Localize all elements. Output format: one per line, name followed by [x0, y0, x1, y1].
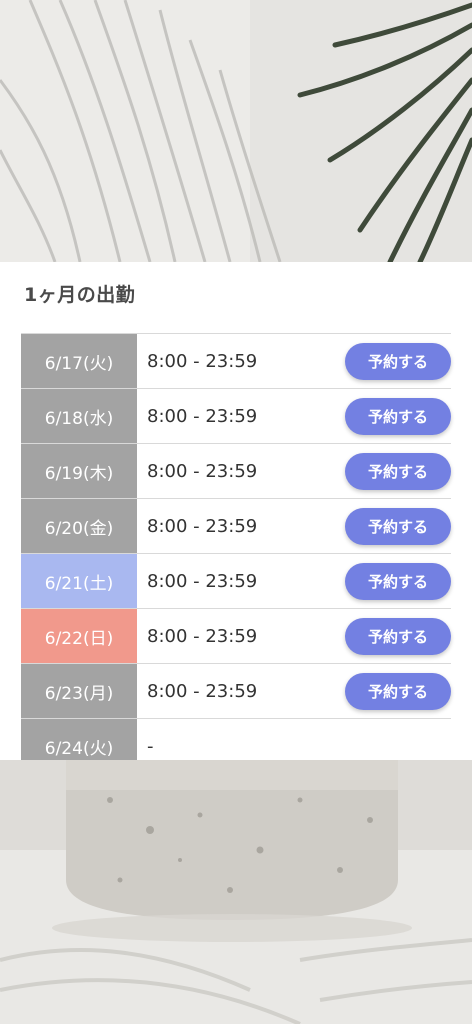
reserve-button-wrap: 予約する	[345, 499, 451, 553]
schedule-hours: 8:00 - 23:59	[147, 680, 258, 702]
reserve-button[interactable]: 予約する	[345, 452, 451, 490]
reserve-button[interactable]: 予約する	[345, 507, 451, 545]
schedule-hours: 8:00 - 23:59	[147, 625, 258, 647]
reserve-button-wrap: 予約する	[345, 609, 451, 663]
schedule-hours: -	[147, 735, 154, 757]
reserve-button[interactable]: 予約する	[345, 617, 451, 655]
schedule-date: 6/20(金)	[21, 499, 137, 553]
reserve-button[interactable]: 予約する	[345, 672, 451, 710]
palm-shadow-illustration	[0, 0, 472, 262]
attendance-card: 1ヶ月の出勤 6/17(火) 8:00 - 23:59 予約する 6/18(水)…	[0, 262, 472, 760]
schedule-row: 6/22(日) 8:00 - 23:59 予約する	[21, 609, 451, 664]
schedule-hours: 8:00 - 23:59	[147, 460, 258, 482]
schedule-hours: 8:00 - 23:59	[147, 515, 258, 537]
schedule-hours: 8:00 - 23:59	[147, 570, 258, 592]
schedule-hours: 8:00 - 23:59	[147, 405, 258, 427]
schedule-row: 6/18(水) 8:00 - 23:59 予約する	[21, 389, 451, 444]
schedule-row: 6/17(火) 8:00 - 23:59 予約する	[21, 334, 451, 389]
reserve-button[interactable]: 予約する	[345, 397, 451, 435]
stone-pedestal-illustration	[0, 760, 472, 1024]
schedule-date: 6/17(火)	[21, 334, 137, 388]
schedule-row: 6/19(木) 8:00 - 23:59 予約する	[21, 444, 451, 499]
schedule-row: 6/24(火) -	[21, 719, 451, 760]
schedule-date: 6/23(月)	[21, 664, 137, 718]
schedule-row: 6/21(土) 8:00 - 23:59 予約する	[21, 554, 451, 609]
reserve-button[interactable]: 予約する	[345, 562, 451, 600]
schedule-row: 6/23(月) 8:00 - 23:59 予約する	[21, 664, 451, 719]
section-title: 1ヶ月の出勤	[24, 284, 136, 306]
schedule-date: 6/21(土)	[21, 554, 137, 608]
schedule-table: 6/17(火) 8:00 - 23:59 予約する 6/18(水) 8:00 -…	[21, 333, 451, 760]
reserve-button-wrap: 予約する	[345, 334, 451, 388]
reserve-button[interactable]: 予約する	[345, 342, 451, 380]
schedule-date: 6/19(木)	[21, 444, 137, 498]
schedule-hours: 8:00 - 23:59	[147, 350, 258, 372]
reserve-button-wrap: 予約する	[345, 554, 451, 608]
background-photo-top	[0, 0, 472, 262]
background-photo-bottom	[0, 760, 472, 1024]
reserve-button-wrap: 予約する	[345, 389, 451, 443]
reserve-button-wrap: 予約する	[345, 444, 451, 498]
schedule-row: 6/20(金) 8:00 - 23:59 予約する	[21, 499, 451, 554]
schedule-date: 6/24(火)	[21, 719, 137, 760]
schedule-date: 6/18(水)	[21, 389, 137, 443]
reserve-button-wrap: 予約する	[345, 664, 451, 718]
schedule-date: 6/22(日)	[21, 609, 137, 663]
